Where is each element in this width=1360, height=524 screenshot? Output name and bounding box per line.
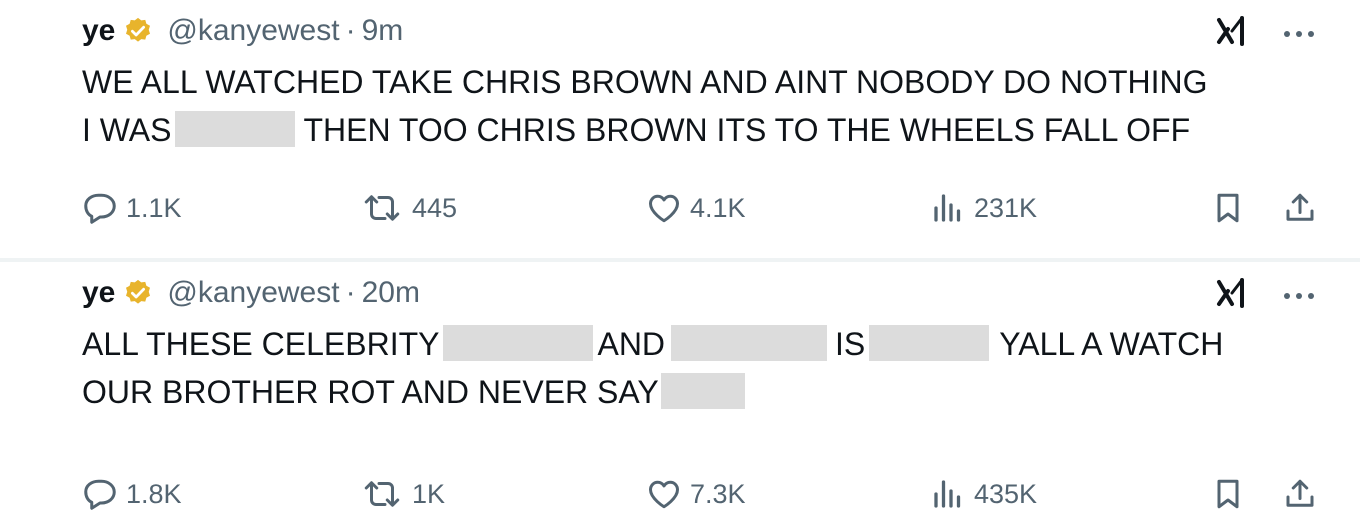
- redaction-block: [869, 325, 990, 361]
- repost-button[interactable]: 445: [360, 190, 457, 226]
- reply-icon: [84, 479, 116, 510]
- text-segment: YALL A WATCH: [999, 326, 1224, 362]
- tweet[interactable]: ye @kanyewest · 9m WE ALL WATCHED TAKE C…: [0, 0, 1360, 258]
- text-segment: WE ALL WATCHED TAKE CHRIS BROWN AND AINT…: [82, 64, 1208, 100]
- like-count: 4.1K: [690, 192, 746, 223]
- separator-dot: ·: [345, 14, 356, 47]
- tweet-text-line: WE ALL WATCHED TAKE CHRIS BROWN AND AINT…: [82, 58, 1342, 106]
- author-name[interactable]: ye: [82, 14, 115, 48]
- views-button[interactable]: 231K: [930, 190, 1037, 226]
- like-count: 7.3K: [690, 478, 746, 509]
- text-segment: THEN TOO CHRIS BROWN ITS TO THE WHEELS F…: [303, 112, 1191, 148]
- views-count: 231K: [974, 192, 1038, 223]
- verified-badge-icon: [123, 16, 153, 46]
- timestamp[interactable]: 9m: [362, 14, 404, 48]
- reply-count: 1.1K: [126, 192, 182, 223]
- tweet-header: ye @kanyewest · 20m: [82, 276, 420, 310]
- tweet-text: WE ALL WATCHED TAKE CHRIS BROWN AND AINT…: [82, 58, 1342, 154]
- author-handle[interactable]: @kanyewest: [167, 14, 339, 48]
- like-icon: [649, 194, 679, 223]
- repost-icon: [364, 195, 400, 221]
- repost-count: 445: [412, 192, 458, 223]
- like-button[interactable]: 7.3K: [646, 476, 746, 512]
- text-segment: OUR BROTHER ROT AND NEVER SAY: [82, 374, 659, 410]
- redaction-block: [443, 325, 594, 361]
- author-name[interactable]: ye: [82, 276, 115, 310]
- text-segment: IS: [835, 326, 866, 362]
- more-icon[interactable]: [1282, 288, 1316, 299]
- more-icon[interactable]: [1282, 26, 1316, 37]
- reply-button[interactable]: 1.8K: [82, 476, 182, 512]
- share-button[interactable]: [1282, 476, 1318, 512]
- timestamp[interactable]: 20m: [362, 276, 420, 310]
- reply-button[interactable]: 1.1K: [82, 190, 182, 226]
- tweet-text-line: OUR BROTHER ROT AND NEVER SAY: [82, 368, 1342, 416]
- reply-count: 1.8K: [126, 478, 182, 509]
- share-icon: [1286, 193, 1314, 221]
- bookmark-button[interactable]: [1210, 476, 1246, 512]
- redaction-block: [660, 373, 745, 409]
- repost-button[interactable]: 1K: [360, 476, 445, 512]
- repost-icon: [364, 481, 400, 507]
- grok-icon[interactable]: [1214, 14, 1248, 48]
- text-segment: AND: [597, 326, 666, 362]
- text-segment: ALL THESE CELEBRITY: [82, 326, 440, 362]
- grok-icon[interactable]: [1214, 276, 1248, 310]
- bookmark-button[interactable]: [1210, 190, 1246, 226]
- tweet[interactable]: ye @kanyewest · 20m ALL THESE CELEBRITY A…: [0, 262, 1360, 524]
- bookmark-icon: [1217, 479, 1239, 509]
- redaction-block: [175, 111, 296, 147]
- like-icon: [649, 480, 679, 509]
- share-icon: [1286, 479, 1314, 507]
- separator-dot: ·: [345, 276, 356, 309]
- reply-icon: [84, 193, 116, 224]
- author-handle[interactable]: @kanyewest: [167, 276, 339, 310]
- tweet-text: ALL THESE CELEBRITY AND IS YALL A WATCH OUR…: [82, 320, 1342, 416]
- share-button[interactable]: [1282, 190, 1318, 226]
- text-segment: I WAS: [82, 112, 172, 148]
- bookmark-icon: [1217, 193, 1239, 223]
- views-icon: [934, 194, 961, 222]
- views-icon: [934, 480, 961, 508]
- views-count: 435K: [974, 478, 1038, 509]
- views-button[interactable]: 435K: [930, 476, 1037, 512]
- like-button[interactable]: 4.1K: [646, 190, 746, 226]
- tweet-text-line: ALL THESE CELEBRITY AND IS YALL A WATCH: [82, 320, 1342, 368]
- repost-count: 1K: [412, 478, 446, 509]
- tweet-text-line: I WAS THEN TOO CHRIS BROWN ITS TO THE WHE…: [82, 106, 1342, 154]
- verified-badge-icon: [123, 278, 153, 308]
- tweet-header: ye @kanyewest · 9m: [82, 14, 403, 48]
- redaction-block: [671, 325, 828, 361]
